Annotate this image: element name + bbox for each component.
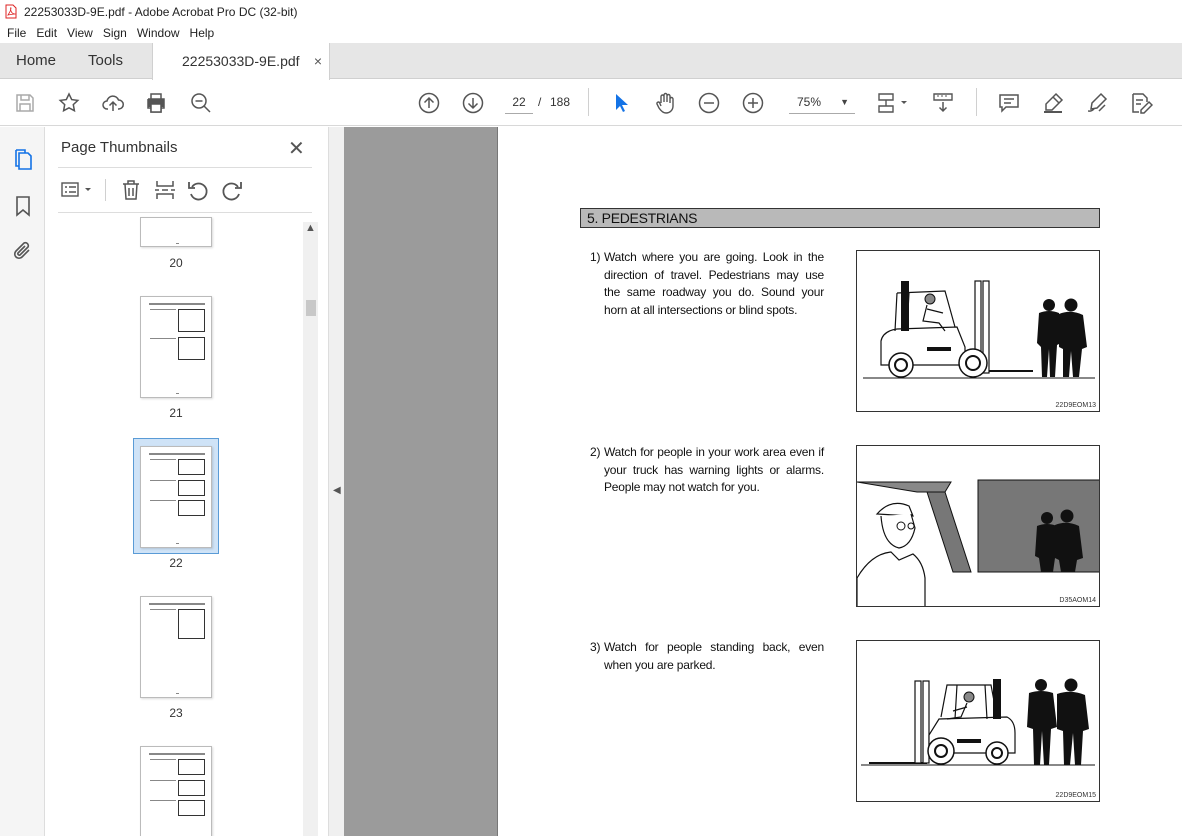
main-toolbar: 22 / 188 75% ▼ bbox=[0, 80, 1182, 126]
panel-divider bbox=[58, 167, 312, 168]
next-page-icon[interactable] bbox=[461, 91, 485, 115]
zoom-in-icon[interactable] bbox=[741, 91, 765, 115]
page-number-input[interactable]: 22 bbox=[505, 90, 533, 114]
title-bar: 22253033D-9E.pdf - Adobe Acrobat Pro DC … bbox=[0, 0, 1182, 23]
parked-forklift-illustration: 22D9EOM15 bbox=[856, 640, 1100, 802]
chevron-down-icon: ▼ bbox=[840, 97, 849, 107]
page-thumbnails-icon[interactable] bbox=[11, 148, 35, 172]
menu-file[interactable]: File bbox=[7, 26, 26, 40]
print-icon[interactable] bbox=[144, 91, 168, 115]
tab-tools[interactable]: Tools bbox=[88, 43, 123, 79]
toolbar-divider bbox=[588, 88, 589, 116]
highlight-pen-icon[interactable] bbox=[1041, 91, 1065, 115]
collapse-left-icon[interactable]: ◀ bbox=[333, 485, 341, 496]
menu-view[interactable]: View bbox=[67, 26, 93, 40]
menu-help[interactable]: Help bbox=[190, 26, 215, 40]
warning-lights-illustration: D35AOM14 bbox=[856, 445, 1100, 607]
pdf-app-icon bbox=[5, 4, 17, 19]
insert-page-icon[interactable] bbox=[153, 178, 177, 202]
item-text: Watch for people in your work area even … bbox=[604, 445, 824, 494]
menu-bar: File Edit View Sign Window Help bbox=[0, 23, 1182, 43]
zoom-out-icon[interactable] bbox=[697, 91, 721, 115]
zoom-level-select[interactable]: 75% ▼ bbox=[789, 90, 855, 114]
total-pages: 188 bbox=[550, 95, 571, 109]
panel-collapse-strip[interactable]: ◀ bbox=[328, 127, 344, 836]
pdf-page: 5. PEDESTRIANS 1) Watch where you are go… bbox=[497, 127, 1182, 836]
thumbnail-options-icon[interactable] bbox=[60, 178, 96, 202]
delete-page-icon[interactable] bbox=[119, 178, 143, 202]
scroll-mode-icon[interactable] bbox=[931, 91, 955, 115]
document-view: 5. PEDESTRIANS 1) Watch where you are go… bbox=[344, 127, 1182, 836]
close-panel-icon[interactable]: ✕ bbox=[288, 136, 308, 160]
instruction-item: 3) Watch for people standing back, even … bbox=[590, 639, 824, 674]
thumbnail-page-number: 21 bbox=[169, 406, 183, 420]
select-cursor-icon[interactable] bbox=[609, 91, 633, 115]
thumbnail-page-number: 20 bbox=[169, 256, 183, 270]
menu-sign[interactable]: Sign bbox=[103, 26, 127, 40]
previous-page-icon[interactable] bbox=[417, 91, 441, 115]
fit-page-icon[interactable] bbox=[876, 91, 912, 115]
thumbnail-page-number: 22 bbox=[169, 556, 183, 570]
panel-divider bbox=[105, 179, 106, 201]
menu-edit[interactable]: Edit bbox=[36, 26, 57, 40]
figure-caption: D35AOM14 bbox=[1059, 597, 1096, 604]
figure-caption: 22D9EOM15 bbox=[1055, 792, 1096, 799]
acrobat-window: 22253033D-9E.pdf - Adobe Acrobat Pro DC … bbox=[0, 0, 1182, 836]
scrollbar-thumb[interactable] bbox=[306, 300, 316, 316]
page-thumbnail[interactable] bbox=[140, 596, 212, 698]
menu-window[interactable]: Window bbox=[137, 26, 180, 40]
instruction-item: 2) Watch for people in your work area ev… bbox=[590, 444, 824, 497]
star-icon[interactable] bbox=[57, 91, 81, 115]
bookmark-icon[interactable] bbox=[11, 194, 35, 218]
tab-home[interactable]: Home bbox=[16, 43, 56, 79]
zoom-search-icon[interactable] bbox=[189, 91, 213, 115]
toolbar-divider bbox=[976, 88, 977, 116]
thumbnail-page-number: 23 bbox=[169, 706, 183, 720]
page-thumbnail-current[interactable] bbox=[140, 446, 212, 548]
item-number: 3) bbox=[590, 640, 601, 654]
tab-document[interactable]: 22253033D-9E.pdf × bbox=[152, 43, 330, 80]
thumbnails-scrollbar[interactable]: ▲ bbox=[303, 222, 318, 836]
comment-icon[interactable] bbox=[997, 91, 1021, 115]
window-title: 22253033D-9E.pdf - Adobe Acrobat Pro DC … bbox=[24, 4, 298, 19]
page-thumbnail[interactable] bbox=[140, 746, 212, 836]
upload-cloud-icon[interactable] bbox=[101, 91, 125, 115]
page-thumbnail[interactable] bbox=[140, 296, 212, 398]
zoom-level-value: 75% bbox=[797, 95, 822, 109]
section-heading: 5. PEDESTRIANS bbox=[580, 208, 1100, 228]
figure-caption: 22D9EOM13 bbox=[1055, 402, 1096, 409]
sign-pen-icon[interactable] bbox=[1085, 91, 1109, 115]
tab-bar: Home Tools 22253033D-9E.pdf × bbox=[0, 43, 1182, 80]
edit-pdf-icon[interactable] bbox=[1129, 91, 1154, 115]
page-thumbnail[interactable] bbox=[140, 217, 212, 247]
instruction-item: 1) Watch where you are going. Look in th… bbox=[590, 249, 824, 319]
page-thumbnails-panel: Page Thumbnails ✕ 20 21 22 23 ▲ bbox=[45, 127, 328, 836]
tab-document-label: 22253033D-9E.pdf bbox=[182, 53, 300, 69]
hand-tool-icon[interactable] bbox=[653, 91, 677, 115]
rotate-left-icon[interactable] bbox=[186, 178, 210, 202]
left-navigation-rail bbox=[0, 127, 45, 836]
item-number: 1) bbox=[590, 250, 601, 264]
panel-divider bbox=[58, 212, 312, 213]
page-separator: / bbox=[538, 95, 542, 109]
item-text: Watch for people standing back, even whe… bbox=[604, 640, 824, 672]
scroll-up-icon[interactable]: ▲ bbox=[305, 222, 316, 234]
tab-close-icon[interactable]: × bbox=[314, 43, 322, 79]
paperclip-icon[interactable] bbox=[11, 240, 35, 264]
item-number: 2) bbox=[590, 445, 601, 459]
panel-title: Page Thumbnails bbox=[61, 139, 178, 156]
save-icon[interactable] bbox=[13, 91, 37, 115]
rotate-right-icon[interactable] bbox=[220, 178, 244, 202]
item-text: Watch where you are going. Look in the d… bbox=[604, 250, 824, 317]
forklift-pedestrians-illustration: 22D9EOM13 bbox=[856, 250, 1100, 412]
